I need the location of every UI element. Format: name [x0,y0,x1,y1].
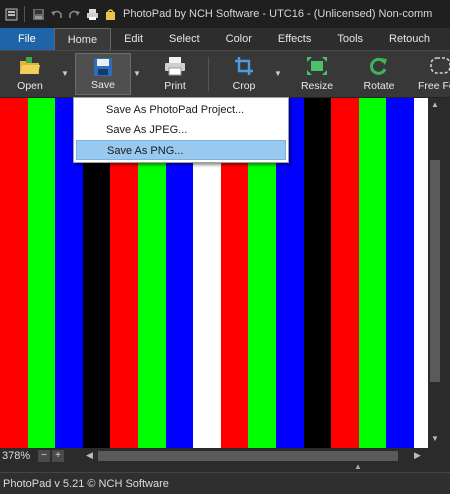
open-dropdown-chevron-icon[interactable]: ▼ [60,69,70,79]
vertical-scrollbar[interactable]: ▲ ▼ [428,98,442,448]
free-form-button[interactable]: Free Fo [414,53,450,95]
tab-edit[interactable]: Edit [111,28,156,50]
toolbar-separator [24,6,25,22]
folder-icon [19,56,41,79]
redo-icon[interactable] [67,7,81,21]
save-dropdown-menu: Save As PhotoPad Project... Save As JPEG… [73,97,289,163]
resize-button[interactable]: Resize [290,53,344,95]
open-button[interactable]: Open [6,53,54,95]
scroll-up-icon[interactable]: ▲ [428,100,442,109]
color-stripe [413,98,428,448]
panel-splitter[interactable]: ▲ [0,462,450,472]
window-title: PhotoPad by NCH Software - UTC16 - (Unli… [123,8,433,20]
color-stripe [386,98,414,448]
crop-icon [234,56,254,79]
floppy-disk-icon [93,57,113,80]
resize-icon [306,56,328,79]
tab-select[interactable]: Select [156,28,213,50]
undo-icon[interactable] [49,7,63,21]
tab-retouch[interactable]: Retouch [376,28,443,50]
splitter-up-arrow-icon[interactable]: ▲ [354,462,362,471]
color-stripe [303,98,332,448]
scroll-right-icon[interactable]: ▶ [414,450,421,461]
tab-overflow[interactable]: S [443,28,450,50]
tab-color[interactable]: Color [213,28,265,50]
ribbon-separator [208,57,209,91]
home-ribbon: Open ▼ Save ▼ Print Crop ▼ Resize Rotate [0,51,450,98]
zoom-out-button[interactable]: − [38,450,50,462]
tab-file[interactable]: File [0,28,54,50]
horizontal-scroll-thumb[interactable] [98,451,398,461]
menu-item-save-as-photopad-project[interactable]: Save As PhotoPad Project... [76,100,286,120]
rotate-icon [369,56,389,79]
save-button[interactable]: Save [75,53,131,95]
color-stripe [331,98,359,448]
crop-button[interactable]: Crop [218,53,270,95]
status-bar: PhotoPad v 5.21 © NCH Software [0,472,450,494]
ribbon-tabs: File Home Edit Select Color Effects Tool… [0,28,450,51]
zoom-level: 378% [2,450,31,462]
save-icon[interactable] [31,7,45,21]
color-stripe [0,98,28,448]
printer-icon [164,56,186,79]
print-button[interactable]: Print [150,53,200,95]
zoom-in-button[interactable]: + [52,450,64,462]
vertical-scroll-thumb[interactable] [430,160,440,382]
menu-item-save-as-jpeg[interactable]: Save As JPEG... [76,120,286,140]
save-dropdown-chevron-icon[interactable]: ▼ [132,69,142,79]
zoom-and-horizontal-scrollbar: 378% − + ◀ ▶ [0,448,450,464]
title-bar: PhotoPad by NCH Software - UTC16 - (Unli… [0,0,450,28]
crop-dropdown-chevron-icon[interactable]: ▼ [273,69,283,79]
tab-effects[interactable]: Effects [265,28,324,50]
quick-access-toolbar [0,6,117,22]
status-text: PhotoPad v 5.21 © NCH Software [3,477,169,490]
tab-home[interactable]: Home [53,28,112,50]
color-stripe [27,98,56,448]
print-icon[interactable] [85,7,99,21]
rotate-button[interactable]: Rotate [352,53,406,95]
free-form-icon [430,56,450,79]
bag-icon[interactable] [103,7,117,21]
color-stripe [358,98,387,448]
app-icon[interactable] [4,7,18,21]
scroll-left-icon[interactable]: ◀ [86,450,93,461]
scroll-down-icon[interactable]: ▼ [428,434,442,443]
menu-item-save-as-png[interactable]: Save As PNG... [76,140,286,160]
tab-tools[interactable]: Tools [324,28,376,50]
